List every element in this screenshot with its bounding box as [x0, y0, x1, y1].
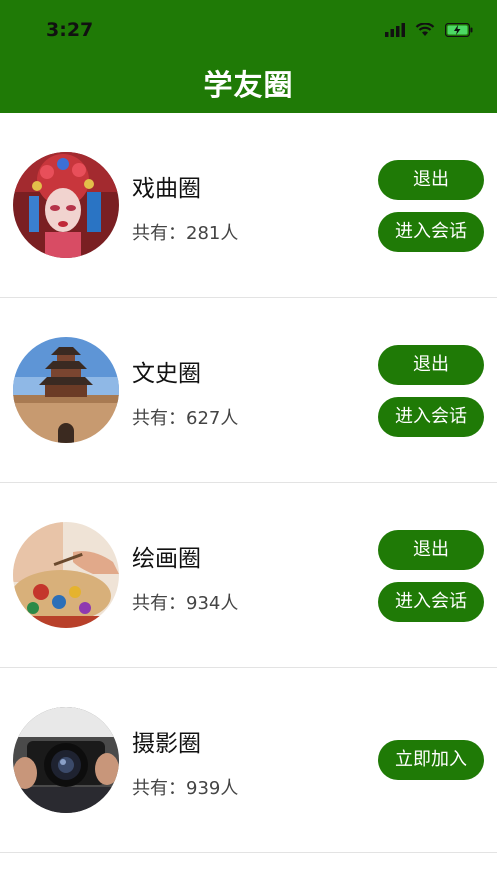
circle-name: 戏曲圈: [132, 176, 201, 202]
circle-name: 摄影圈: [132, 731, 201, 757]
quit-button[interactable]: 退出: [378, 160, 484, 200]
page-title: 学友圈: [203, 68, 294, 102]
wifi-icon: [415, 22, 435, 41]
join-now-button[interactable]: 立即加入: [378, 740, 484, 780]
enter-chat-button[interactable]: 进入会话: [378, 582, 484, 622]
list-item: 摄影圈 共有：939人 立即加入: [0, 668, 497, 853]
camera-avatar: [13, 707, 119, 813]
quit-button[interactable]: 退出: [378, 345, 484, 385]
battery-charging-icon: [444, 22, 473, 41]
list-item: 文史圈 共有：627人 退出 进入会话: [0, 298, 497, 483]
member-count: 共有：934人: [132, 593, 239, 614]
enter-chat-button[interactable]: 进入会话: [378, 397, 484, 437]
quit-button[interactable]: 退出: [378, 530, 484, 570]
circle-name: 文史圈: [132, 361, 201, 387]
status-time: 3:27: [46, 19, 94, 41]
status-icons: [385, 22, 473, 41]
enter-chat-button[interactable]: 进入会话: [378, 212, 484, 252]
list-item: 绘画圈 共有：934人 退出 进入会话: [0, 483, 497, 668]
status-bar: 3:27: [0, 0, 497, 60]
ancient-tower-avatar: [13, 337, 119, 443]
member-count: 共有：281人: [132, 223, 239, 244]
signal-icon: [385, 22, 405, 41]
circle-list: 戏曲圈 共有：281人 退出 进入会话 文史圈 共有：627人 退出 进入会话: [0, 113, 497, 853]
painting-avatar: [13, 522, 119, 628]
member-count: 共有：939人: [132, 778, 239, 799]
circle-name: 绘画圈: [132, 546, 201, 572]
app-header: 3:27 学友圈: [0, 0, 497, 113]
peking-opera-avatar: [13, 152, 119, 258]
member-count: 共有：627人: [132, 408, 239, 429]
list-item: 戏曲圈 共有：281人 退出 进入会话: [0, 113, 497, 298]
